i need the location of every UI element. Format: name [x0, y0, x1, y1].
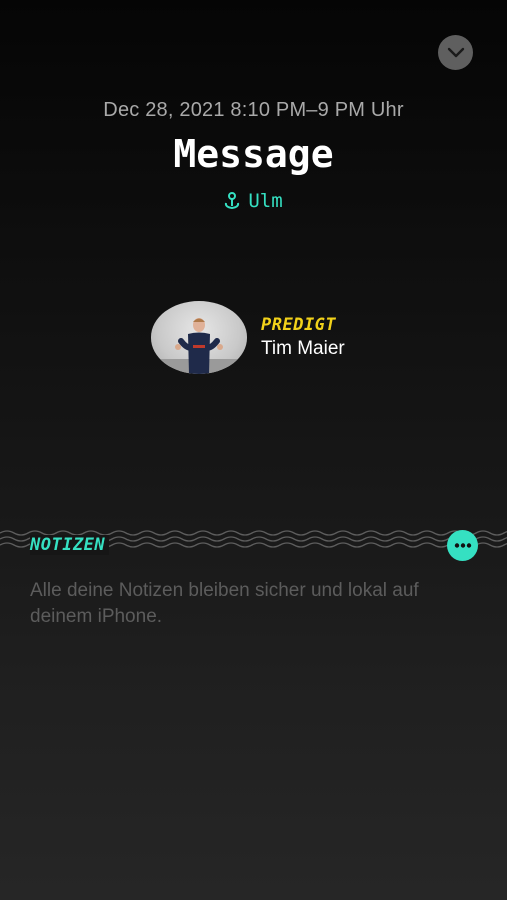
notes-more-button[interactable] — [447, 530, 478, 561]
ellipsis-icon — [454, 543, 471, 548]
speaker-role: PREDIGT — [261, 315, 337, 335]
notes-input[interactable]: Alle deine Notizen bleiben sicher und lo… — [30, 578, 470, 630]
chevron-down-icon — [447, 47, 464, 58]
map-pin-icon — [225, 192, 240, 210]
notes-section-title: NOTIZEN — [30, 535, 110, 555]
collapse-button[interactable] — [438, 35, 473, 70]
speaker-photo — [151, 318, 247, 374]
page-title: Message — [173, 132, 334, 176]
location[interactable]: Ulm — [0, 190, 507, 212]
speaker-name: Tim Maier — [261, 338, 345, 359]
speaker-card[interactable]: PREDIGT Tim Maier — [151, 301, 345, 374]
speaker-avatar — [151, 301, 247, 374]
location-label: Ulm — [248, 190, 283, 212]
event-date: Dec 28, 2021 8:10 PM–9 PM Uhr — [103, 99, 404, 121]
